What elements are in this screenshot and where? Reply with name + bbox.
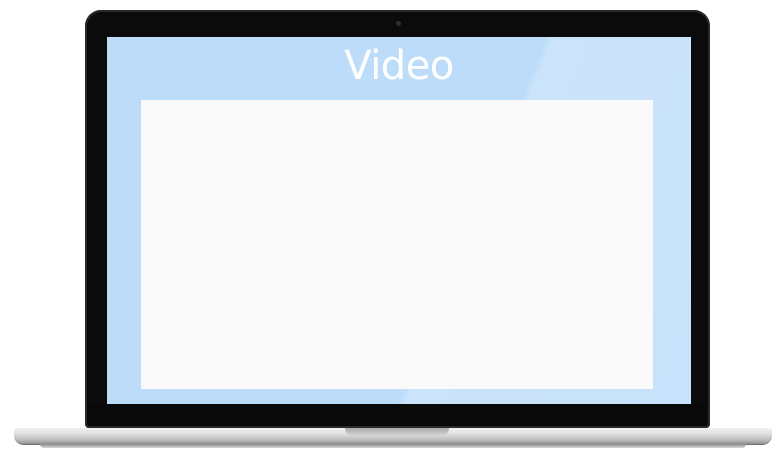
video-placeholder[interactable] bbox=[141, 100, 653, 389]
lid-chin bbox=[89, 404, 706, 426]
screen-title: Video bbox=[344, 43, 454, 89]
laptop-mockup: Video bbox=[0, 0, 773, 463]
camera-icon bbox=[396, 21, 401, 26]
lid-opening-notch bbox=[345, 428, 449, 436]
laptop-screen: Video bbox=[107, 37, 691, 404]
laptop-base-bottom bbox=[40, 444, 746, 448]
